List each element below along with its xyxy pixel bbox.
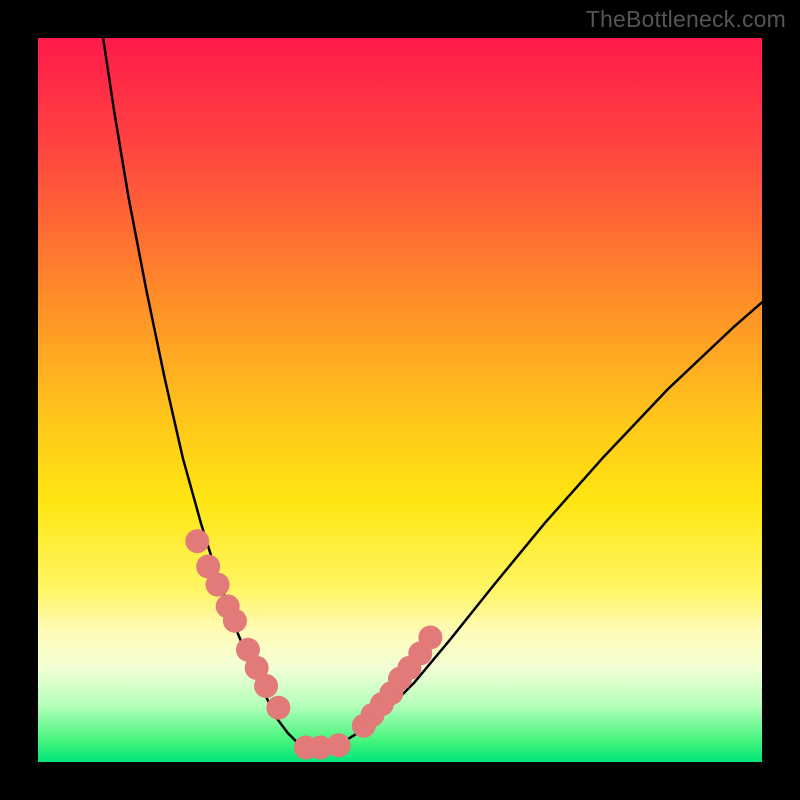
bead	[206, 573, 230, 597]
attribution-text: TheBottleneck.com	[586, 6, 786, 33]
chart-svg	[38, 38, 762, 762]
curve-beads	[185, 529, 442, 759]
chart-frame: TheBottleneck.com	[0, 0, 800, 800]
bead	[326, 733, 350, 757]
bead	[223, 609, 247, 633]
bead	[266, 696, 290, 720]
bead	[185, 529, 209, 553]
bottleneck-curve-right	[310, 302, 763, 751]
bead	[254, 674, 278, 698]
bead	[418, 625, 442, 649]
plot-area	[38, 38, 762, 762]
bottleneck-curve-left	[103, 38, 309, 751]
